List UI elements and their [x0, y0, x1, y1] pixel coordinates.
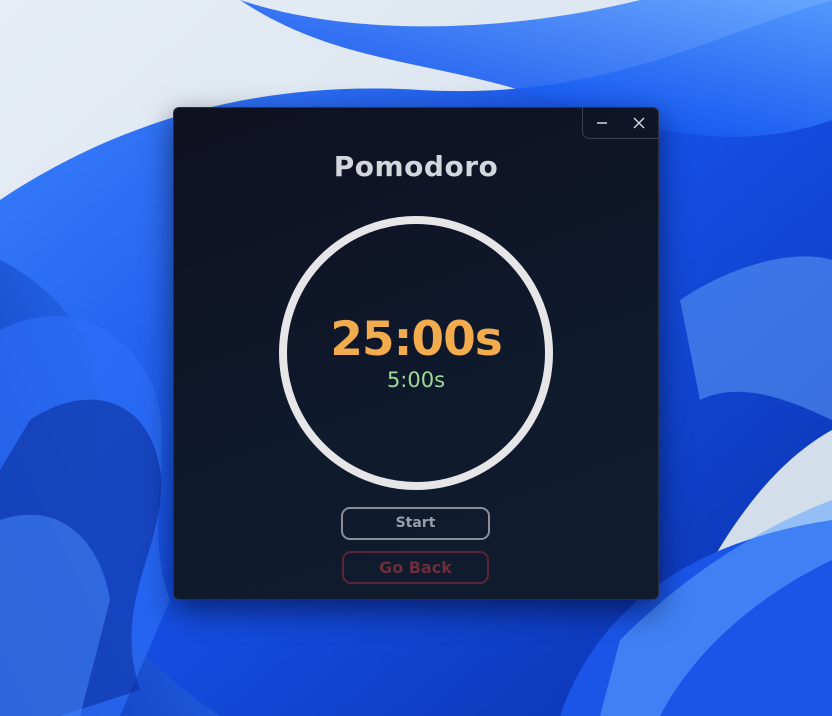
work-timer: 25:00s: [330, 312, 503, 367]
window-controls: [582, 108, 658, 139]
app-title: Pomodoro: [333, 150, 499, 183]
close-icon: [633, 117, 644, 129]
close-button[interactable]: [620, 108, 657, 138]
start-button[interactable]: Start: [341, 507, 490, 540]
minimize-icon: [596, 122, 607, 124]
pomodoro-window: Pomodoro 25:00s 5:00s Start Go Back: [173, 107, 659, 600]
go-back-button[interactable]: Go Back: [342, 551, 489, 584]
break-timer: 5:00s: [386, 368, 446, 392]
minimize-button[interactable]: [583, 108, 620, 138]
